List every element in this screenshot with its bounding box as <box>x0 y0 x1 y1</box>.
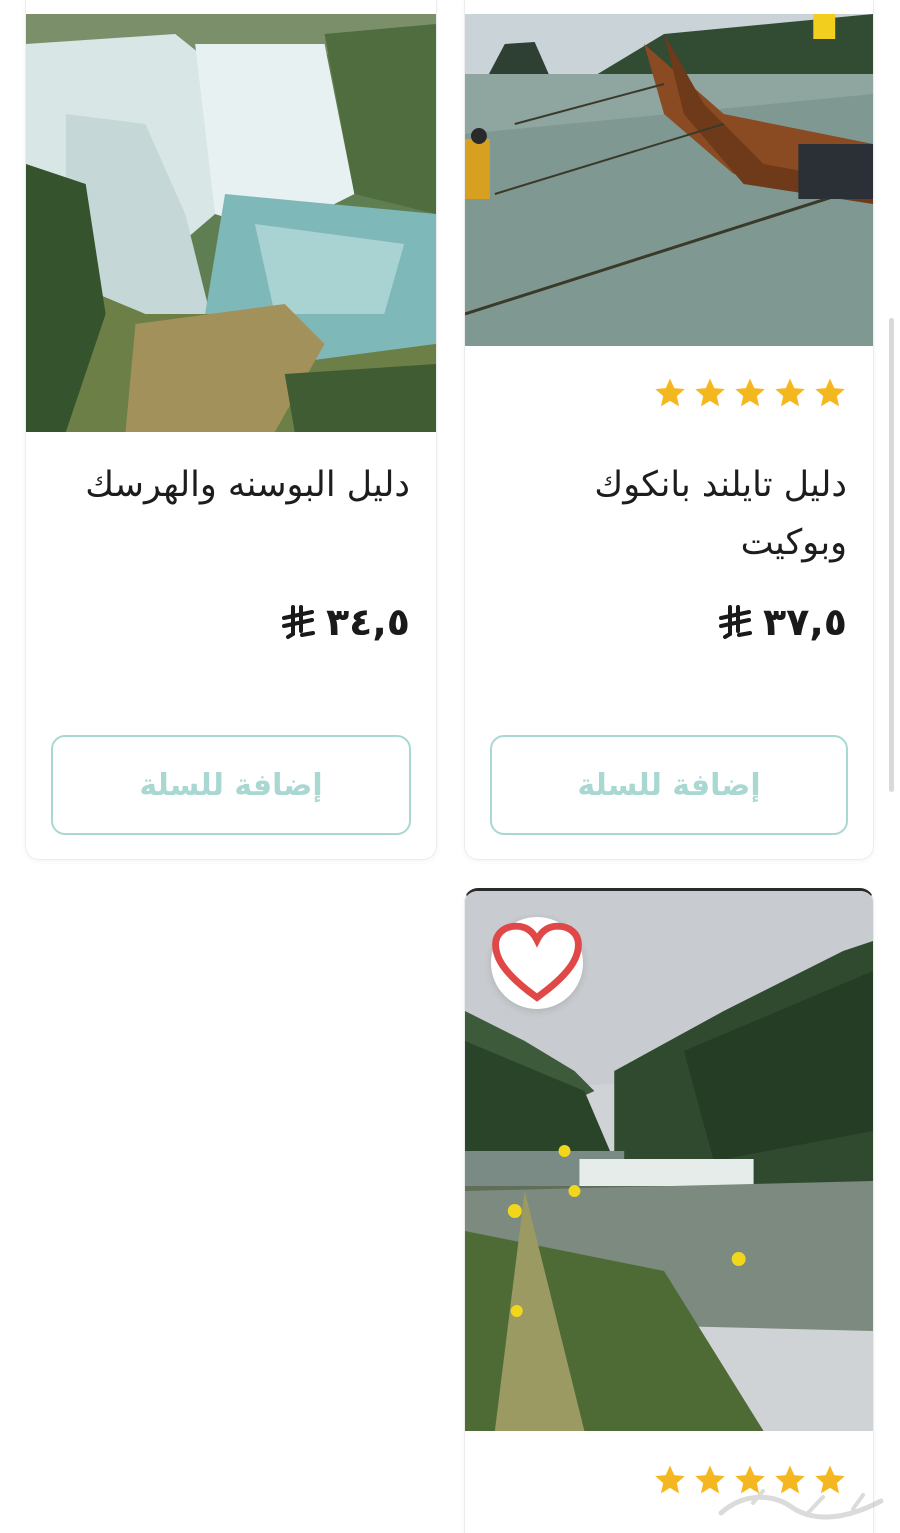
price-value: ٣٤,٥ <box>325 600 410 644</box>
product-price: ٣٤,٥ <box>281 600 410 644</box>
star-icon <box>735 378 765 407</box>
product-grid-page: دليل البوسنه والهرسك ٣٤,٥ إضافة للسلة دل… <box>0 0 900 1533</box>
riyal-symbol-icon <box>281 605 315 639</box>
star-icon <box>655 1465 685 1494</box>
rating-stars <box>653 376 847 410</box>
product-card-bosnia[interactable]: دليل البوسنه والهرسك ٣٤,٥ إضافة للسلة <box>25 0 437 860</box>
star-icon <box>655 378 685 407</box>
product-card-thailand[interactable]: دليل تايلند بانكوك وبوكيت ٣٧,٥ إضافة للس… <box>464 0 874 860</box>
riyal-symbol-icon <box>718 605 752 639</box>
star-icon <box>775 378 805 407</box>
haraj-logo-icon <box>718 1489 884 1520</box>
add-to-cart-button[interactable]: إضافة للسلة <box>51 735 411 835</box>
product-title[interactable]: دليل البوسنه والهرسك <box>46 456 410 514</box>
boats-beach-photo[interactable] <box>465 14 873 346</box>
scrollbar[interactable] <box>889 318 894 792</box>
star-icon <box>695 378 725 407</box>
add-to-cart-button[interactable]: إضافة للسلة <box>490 735 848 835</box>
product-title[interactable]: دليل تايلند بانكوك وبوكيت <box>485 456 847 572</box>
product-price: ٣٧,٥ <box>718 600 847 644</box>
product-card-lake[interactable] <box>464 888 874 1533</box>
waterfall-photo[interactable] <box>26 14 436 432</box>
price-value: ٣٧,٥ <box>762 600 847 644</box>
star-icon <box>815 378 845 407</box>
heart-icon <box>492 922 582 1002</box>
favorite-button[interactable] <box>491 917 583 1009</box>
mountain-lake-photo[interactable] <box>465 891 873 1431</box>
